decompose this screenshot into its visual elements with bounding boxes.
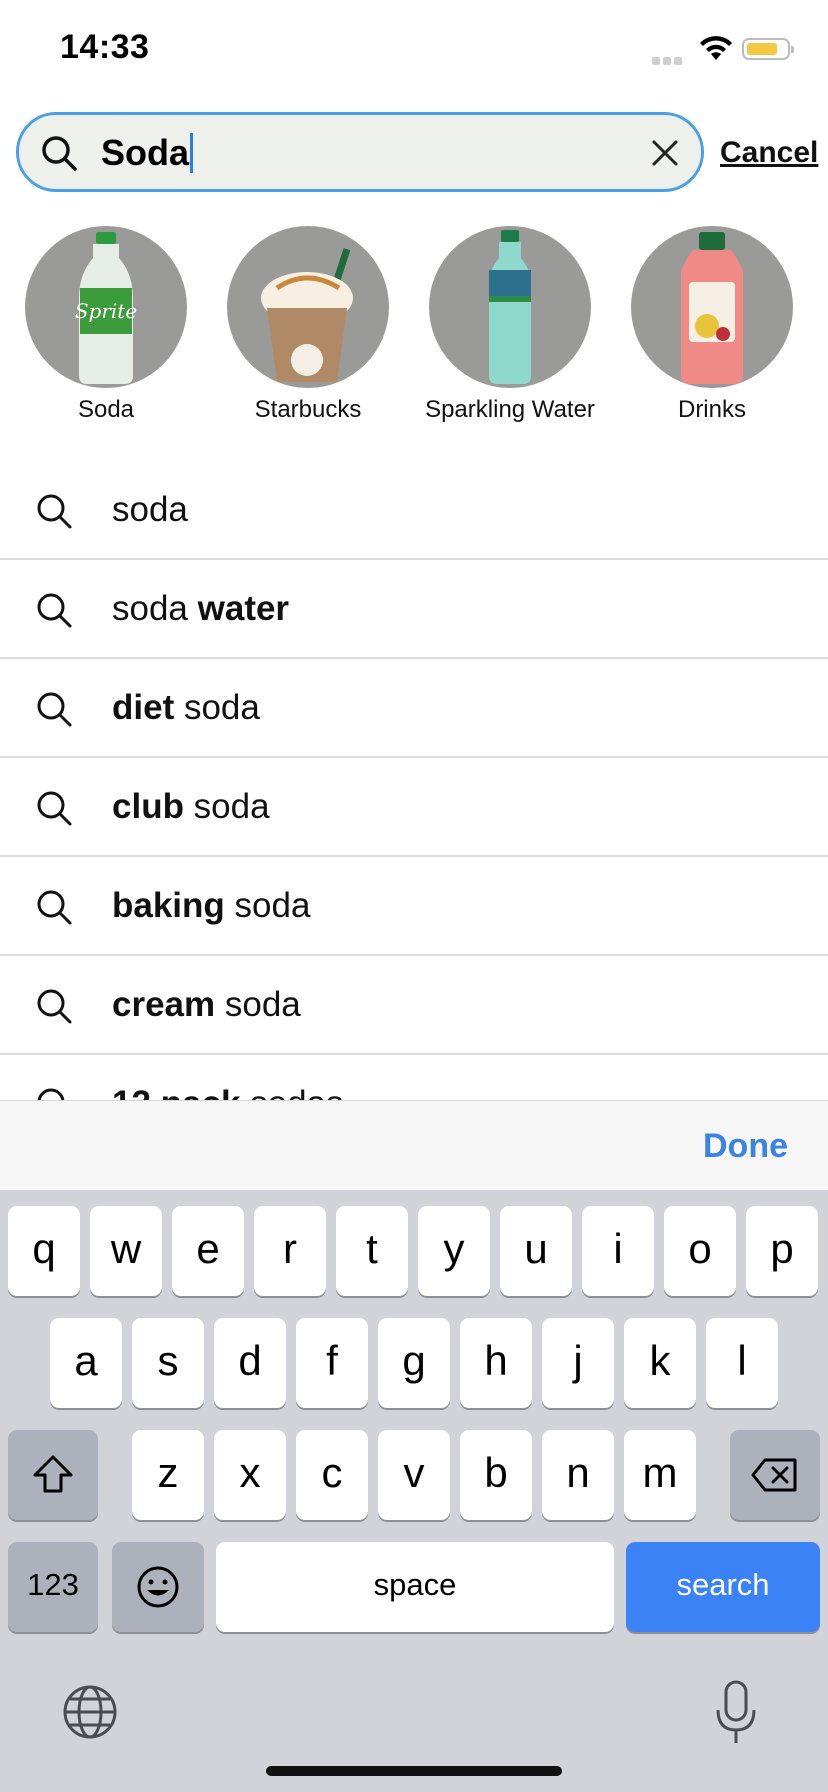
search-key[interactable]: search <box>626 1542 820 1632</box>
key-j[interactable]: j <box>542 1318 614 1408</box>
search-icon <box>37 791 72 826</box>
key-c[interactable]: c <box>296 1430 368 1520</box>
key-n[interactable]: n <box>542 1430 614 1520</box>
suggestion-text: baking soda <box>112 886 311 925</box>
suggestion-text: cream soda <box>112 985 301 1024</box>
key-o[interactable]: o <box>664 1206 736 1296</box>
status-time: 14:33 <box>60 28 150 66</box>
key-x[interactable]: x <box>214 1430 286 1520</box>
category-label: Sparkling Water <box>425 396 595 423</box>
category-drinks[interactable]: Drinks <box>612 226 812 424</box>
globe-icon[interactable] <box>62 1684 118 1740</box>
emoji-icon <box>137 1566 179 1608</box>
lemonade-jug-icon <box>631 226 793 388</box>
category-label: Drinks <box>677 396 746 423</box>
clear-icon[interactable] <box>649 137 681 169</box>
delete-key[interactable] <box>730 1430 820 1520</box>
key-b[interactable]: b <box>460 1430 532 1520</box>
key-m[interactable]: m <box>624 1430 696 1520</box>
suggestion-item[interactable]: soda water <box>0 560 828 659</box>
category-label: Starbucks <box>254 396 362 423</box>
backspace-icon <box>751 1458 797 1492</box>
shift-icon <box>33 1455 73 1493</box>
soda-bottle-icon: Sprite <box>25 226 187 388</box>
suggestion-text: diet soda <box>112 688 260 727</box>
key-d[interactable]: d <box>214 1318 286 1408</box>
search-icon <box>37 989 72 1024</box>
keyboard-accessory-bar: Done <box>0 1100 828 1191</box>
suggestion-text: club soda <box>112 787 270 826</box>
cancel-button[interactable]: Cancel <box>720 136 818 170</box>
search-icon <box>37 692 72 727</box>
key-p[interactable]: p <box>746 1206 818 1296</box>
shift-key[interactable] <box>8 1430 98 1520</box>
search-icon <box>37 593 72 628</box>
text-caret <box>190 133 194 173</box>
category-soda[interactable]: Sprite Soda <box>6 226 206 424</box>
key-h[interactable]: h <box>460 1318 532 1408</box>
svg-text:Sprite: Sprite <box>75 299 137 323</box>
suggestion-text: 12 pack sodas <box>112 1083 344 1101</box>
key-t[interactable]: t <box>336 1206 408 1296</box>
water-bottle-icon <box>429 226 591 388</box>
suggestion-item[interactable]: soda <box>0 461 828 560</box>
search-input[interactable]: Soda <box>101 132 194 173</box>
key-r[interactable]: r <box>254 1206 326 1296</box>
keyboard: q w e r t y u i o p a s d f g h j k l z … <box>0 1190 828 1792</box>
suggestion-text: soda <box>112 490 188 529</box>
key-f[interactable]: f <box>296 1318 368 1408</box>
numbers-key[interactable]: 123 <box>8 1542 98 1632</box>
search-field[interactable]: Soda <box>16 112 704 192</box>
search-query-text: Soda <box>101 132 190 173</box>
key-g[interactable]: g <box>378 1318 450 1408</box>
done-button[interactable]: Done <box>703 1127 788 1166</box>
suggestion-item[interactable]: diet soda <box>0 659 828 758</box>
key-v[interactable]: v <box>378 1430 450 1520</box>
cellular-signal-icon <box>652 52 692 65</box>
suggestion-list: soda soda water diet soda club soda baki… <box>0 461 828 1101</box>
category-starbucks[interactable]: Starbucks <box>208 226 408 424</box>
key-e[interactable]: e <box>172 1206 244 1296</box>
key-k[interactable]: k <box>624 1318 696 1408</box>
category-carousel: Sprite Soda Starbucks Sparkling Water Dr… <box>0 226 828 426</box>
key-q[interactable]: q <box>8 1206 80 1296</box>
key-w[interactable]: w <box>90 1206 162 1296</box>
suggestion-item[interactable]: cream soda <box>0 956 828 1055</box>
space-key[interactable]: space <box>216 1542 614 1632</box>
key-l[interactable]: l <box>706 1318 778 1408</box>
category-sparkling-water[interactable]: Sparkling Water <box>410 226 610 424</box>
key-y[interactable]: y <box>418 1206 490 1296</box>
search-icon <box>37 890 72 925</box>
suggestion-text: soda water <box>112 589 290 628</box>
key-z[interactable]: z <box>132 1430 204 1520</box>
suggestion-item[interactable]: 12 pack sodas <box>0 1055 828 1101</box>
suggestion-item[interactable]: baking soda <box>0 857 828 956</box>
search-icon <box>37 494 72 529</box>
suggestion-item[interactable]: club soda <box>0 758 828 857</box>
status-bar: 14:33 <box>0 0 828 100</box>
key-u[interactable]: u <box>500 1206 572 1296</box>
search-icon <box>37 1088 65 1101</box>
emoji-key[interactable] <box>112 1542 204 1632</box>
key-i[interactable]: i <box>582 1206 654 1296</box>
key-s[interactable]: s <box>132 1318 204 1408</box>
home-indicator[interactable] <box>266 1766 562 1776</box>
frappuccino-cup-icon <box>227 226 389 388</box>
search-icon <box>42 136 77 171</box>
battery-icon <box>742 38 794 60</box>
wifi-icon <box>700 36 732 60</box>
microphone-icon[interactable] <box>714 1680 758 1746</box>
category-label: Soda <box>77 396 135 423</box>
key-a[interactable]: a <box>50 1318 122 1408</box>
